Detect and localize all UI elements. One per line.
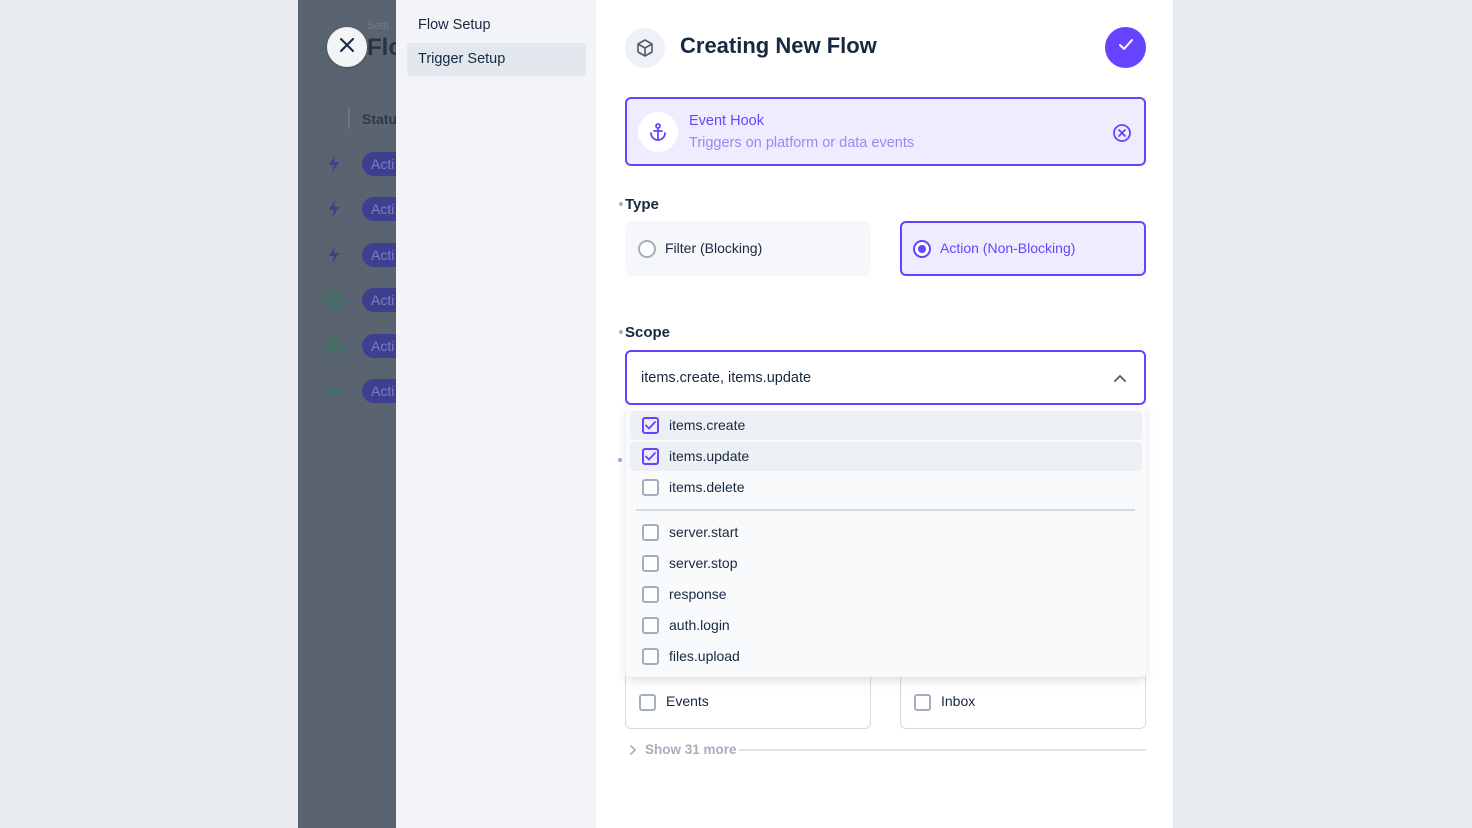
radio-unchecked-icon [638,240,656,258]
nav-item-flow-setup[interactable]: Flow Setup [407,9,586,42]
bolt-icon [324,154,344,174]
bolt-icon [324,245,344,265]
option-label: server.start [669,524,739,540]
required-indicator [619,202,623,206]
option-label: items.create [669,417,746,433]
checkbox-unchecked-icon [642,617,659,634]
status-badge: Acti [362,243,396,267]
status-badge: Acti [362,288,396,312]
trigger-type-card[interactable]: Event Hook Triggers on platform or data … [625,97,1146,166]
scope-option-items-create[interactable]: items.create [630,411,1142,440]
trigger-title: Event Hook [689,113,764,129]
trigger-subtitle: Triggers on platform or data events [689,135,915,151]
table-row: Acti [298,194,396,224]
collection-label: Events [666,693,709,709]
chevron-right-icon [627,743,639,755]
option-label: items.delete [669,479,745,495]
drawer-navigation: Flow Setup Trigger Setup [396,0,596,828]
nav-item-trigger-setup[interactable]: Trigger Setup [407,43,586,76]
scope-select[interactable]: items.create, items.update [625,350,1146,405]
checkbox-unchecked-icon [642,586,659,603]
show-more-toggle[interactable]: Show 31 more [625,741,1146,759]
scope-option-items-delete[interactable]: items.delete [630,473,1142,502]
divider [739,749,1146,751]
radio-action-non-blocking[interactable]: Action (Non-Blocking) [900,221,1146,276]
table-row: Acti [298,285,396,315]
save-button[interactable] [1105,27,1146,68]
option-label: response [669,586,727,602]
status-badge: Acti [362,379,396,403]
checkbox-unchecked-icon [642,479,659,496]
status-badge: Acti [362,197,396,221]
collection-option-inbox[interactable]: Inbox [900,676,1146,729]
radio-filter-blocking[interactable]: Filter (Blocking) [625,221,871,276]
show-more-label: Show 31 more [645,742,737,757]
checkbox-checked-icon [642,417,659,434]
scope-option-server-start[interactable]: server.start [630,518,1142,547]
check-circle-icon [324,290,344,310]
scope-option-files-upload[interactable]: files.upload [630,642,1142,671]
option-label: auth.login [669,617,730,633]
checkbox-unchecked-icon [642,648,659,665]
scope-option-items-update[interactable]: items.update [630,442,1142,471]
background-app: Setti Flo Status Acti Acti Acti Acti Act… [298,0,396,828]
radio-label: Action (Non-Blocking) [940,240,1076,256]
bolt-icon [324,199,344,219]
table-row: Acti [298,331,396,361]
table-row: Acti [298,240,396,270]
column-divider [348,107,350,129]
scope-option-server-stop[interactable]: server.stop [630,549,1142,578]
required-indicator [619,330,623,334]
type-label: Type [625,196,659,213]
scope-select-value: items.create, items.update [641,370,812,386]
scope-option-auth-login[interactable]: auth.login [630,611,1142,640]
page-title: Creating New Flow [680,33,877,58]
checkbox-checked-icon [642,448,659,465]
close-drawer-button[interactable] [327,27,367,67]
scope-dropdown-menu: items.create items.update items.delete s… [626,406,1146,677]
anchor-icon [638,112,678,152]
collection-option-events[interactable]: Events [625,676,871,729]
cloud-upload-icon [324,336,344,356]
background-title: Flo [367,34,396,61]
checkbox-unchecked-icon [914,694,931,711]
close-circle-icon[interactable] [1111,122,1133,144]
radio-checked-icon [913,240,931,258]
checkbox-unchecked-icon [642,555,659,572]
table-row: Acti [298,149,396,179]
option-label: files.upload [669,648,740,664]
status-badge: Acti [362,152,396,176]
collection-label: Inbox [941,693,976,709]
scope-label: Scope [625,324,671,341]
scope-option-response[interactable]: response [630,580,1142,609]
divider [636,509,1135,511]
status-column-header: Status [362,111,396,127]
status-badge: Acti [362,334,396,358]
table-row: NEW Acti [298,376,396,406]
radio-label: Filter (Blocking) [665,240,763,256]
background-breadcrumb: Setti [367,20,390,32]
new-badge-icon: NEW [325,387,343,395]
check-icon [1118,38,1134,57]
checkbox-unchecked-icon [642,524,659,541]
option-label: server.stop [669,555,738,571]
checkbox-unchecked-icon [639,694,656,711]
cube-icon [625,28,665,68]
option-label: items.update [669,448,750,464]
close-icon [340,37,354,57]
required-indicator [618,458,622,462]
chevron-up-icon [1111,369,1129,387]
